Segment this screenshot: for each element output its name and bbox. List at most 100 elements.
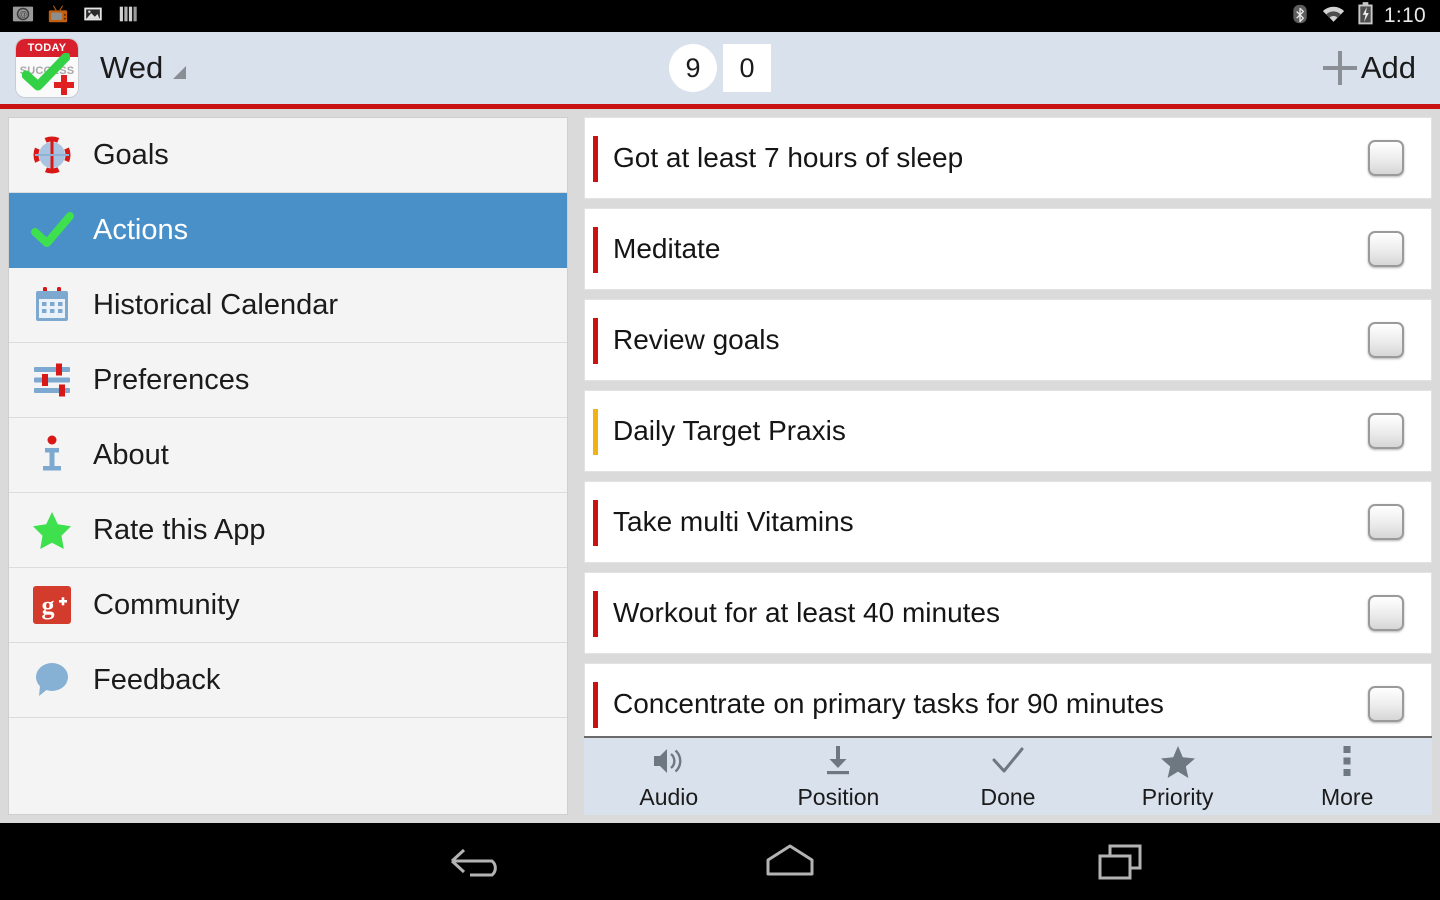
sidebar-item-label: Community <box>93 588 240 621</box>
status-bar-clock: 1:10 <box>1383 4 1426 27</box>
sidebar-item-label: Feedback <box>93 663 221 696</box>
sidebar-item-historical-calendar[interactable]: Historical Calendar <box>9 268 567 343</box>
sidebar-item-goals[interactable]: Goals <box>9 118 567 193</box>
priority-indicator <box>593 500 598 546</box>
task-label: Daily Target Praxis <box>613 415 846 446</box>
table-row[interactable]: Daily Target Praxis <box>584 390 1432 472</box>
sidebar-item-rate-this-app[interactable]: Rate this App <box>9 493 567 568</box>
task-checkbox[interactable] <box>1368 322 1404 358</box>
toolbar-button-audio[interactable]: Audio <box>594 742 744 811</box>
task-list[interactable]: Got at least 7 hours of sleep Meditate R… <box>584 117 1432 815</box>
toolbar-label: Position <box>797 784 880 810</box>
table-row[interactable]: Review goals <box>584 299 1432 381</box>
counter-circle[interactable]: 9 <box>669 44 717 92</box>
bluetooth-icon <box>1290 3 1310 30</box>
action-bar: TODAY SUCCESS Wed 9 0 Add <box>0 32 1440 104</box>
chevron-down-icon <box>173 66 187 79</box>
sidebar-item-community[interactable]: g Community <box>9 568 567 643</box>
task-checkbox[interactable] <box>1368 686 1404 722</box>
sidebar: Goals Actions Historical Calendar Prefer… <box>8 117 568 815</box>
status-bar-notifications: @ <box>0 3 139 30</box>
wifi-icon <box>1320 3 1347 30</box>
info-icon <box>29 432 75 478</box>
table-row[interactable]: Got at least 7 hours of sleep <box>584 117 1432 199</box>
star-icon <box>1160 742 1196 780</box>
tv-icon <box>47 3 69 30</box>
task-checkbox[interactable] <box>1368 413 1404 449</box>
arrow-down-to-line-icon <box>821 742 855 780</box>
photo-icon <box>82 3 104 30</box>
google-plus-icon: g <box>29 582 75 628</box>
priority-indicator <box>593 409 598 455</box>
sidebar-item-label: Historical Calendar <box>93 288 338 321</box>
toolbar-button-position[interactable]: Position <box>763 742 913 811</box>
day-label: Wed <box>100 50 164 85</box>
add-button[interactable]: Add <box>1322 50 1416 86</box>
task-label: Workout for at least 40 minutes <box>613 597 1000 628</box>
task-checkbox[interactable] <box>1368 595 1404 631</box>
target-icon <box>29 132 75 178</box>
recents-icon[interactable] <box>1020 840 1220 884</box>
task-checkbox[interactable] <box>1368 231 1404 267</box>
priority-indicator <box>593 318 598 364</box>
svg-text:g: g <box>42 591 55 620</box>
navigation-bar <box>0 823 1440 900</box>
checkmark-icon <box>990 742 1026 780</box>
toolbar-button-done[interactable]: Done <box>933 742 1083 811</box>
check-icon <box>29 207 75 253</box>
toolbar-label: Priority <box>1141 784 1214 810</box>
priority-indicator <box>593 227 598 273</box>
task-checkbox[interactable] <box>1368 140 1404 176</box>
table-row[interactable]: Workout for at least 40 minutes <box>584 572 1432 654</box>
table-row[interactable]: Concentrate on primary tasks for 90 minu… <box>584 663 1432 745</box>
app-logo-plus-icon <box>54 75 74 95</box>
toolbar-button-more[interactable]: More <box>1272 742 1422 811</box>
sidebar-item-label: About <box>93 438 169 471</box>
sidebar-item-feedback[interactable]: Feedback <box>9 643 567 718</box>
add-button-label: Add <box>1360 50 1416 85</box>
app-logo-icon[interactable]: TODAY SUCCESS <box>16 39 78 97</box>
priority-indicator <box>593 682 598 728</box>
sidebar-item-label: Actions <box>93 213 189 246</box>
sidebar-item-label: Preferences <box>93 363 250 396</box>
sidebar-item-about[interactable]: About <box>9 418 567 493</box>
toolbar-button-priority[interactable]: Priority <box>1103 742 1253 811</box>
toolbar-label: Audio <box>639 784 699 810</box>
sidebar-item-label: Rate this App <box>93 513 266 546</box>
context-action-toolbar: Audio Position Done Priority More <box>584 736 1432 815</box>
main-content: Goals Actions Historical Calendar Prefer… <box>0 109 1440 823</box>
star-icon <box>29 507 75 553</box>
sidebar-item-actions[interactable]: Actions <box>9 193 567 268</box>
status-bar-system: 1:10 <box>1290 2 1440 30</box>
speech-bubble-icon <box>29 657 75 703</box>
day-spinner[interactable]: Wed <box>100 50 187 86</box>
task-label: Take multi Vitamins <box>613 506 854 537</box>
task-label: Meditate <box>613 233 721 264</box>
back-icon[interactable] <box>375 841 575 883</box>
bars-icon <box>117 3 139 30</box>
speaker-icon <box>651 742 687 780</box>
priority-indicator <box>593 136 598 182</box>
overflow-dots-icon <box>1341 742 1353 780</box>
sliders-icon <box>29 357 75 403</box>
task-checkbox[interactable] <box>1368 504 1404 540</box>
sidebar-item-preferences[interactable]: Preferences <box>9 343 567 418</box>
priority-indicator <box>593 591 598 637</box>
task-label: Concentrate on primary tasks for 90 minu… <box>613 688 1164 719</box>
table-row[interactable]: Meditate <box>584 208 1432 290</box>
sidebar-item-label: Goals <box>93 138 169 171</box>
task-label: Got at least 7 hours of sleep <box>613 142 964 173</box>
table-row[interactable]: Take multi Vitamins <box>584 481 1432 563</box>
toolbar-label: More <box>1320 784 1374 810</box>
email-icon: @ <box>12 3 34 30</box>
counter-square[interactable]: 0 <box>723 44 771 92</box>
home-icon[interactable] <box>690 842 890 882</box>
plus-icon <box>1322 51 1357 85</box>
calendar-icon <box>29 282 75 328</box>
android-screen: @ 1:10 TODAY SUCCESS Wed 9 0 Add Goals A… <box>0 0 1440 900</box>
toolbar-label: Done <box>980 784 1036 810</box>
status-bar: @ 1:10 <box>0 0 1440 32</box>
battery-charging-icon <box>1357 2 1374 30</box>
svg-text:@: @ <box>19 10 27 19</box>
task-label: Review goals <box>613 324 780 355</box>
